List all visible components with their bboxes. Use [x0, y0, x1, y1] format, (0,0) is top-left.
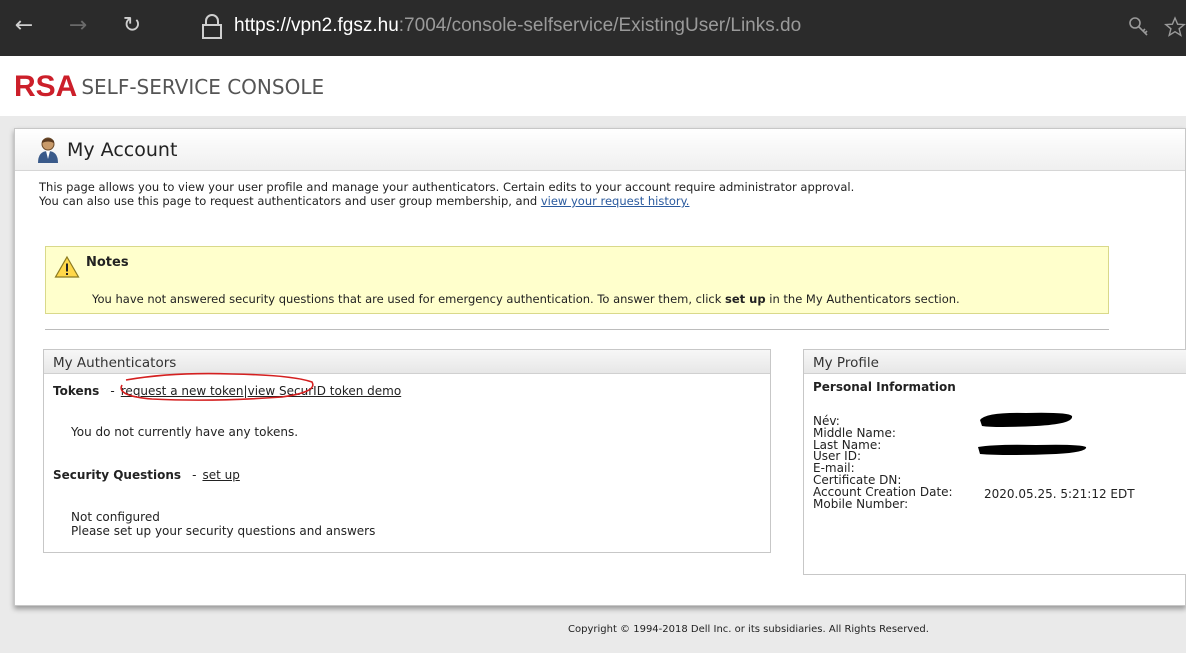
my-account-card: My Account This page allows you to view …: [14, 128, 1186, 606]
url-path: :7004/console-selfservice/ExistingUser/L…: [398, 15, 802, 36]
url-scheme: https://: [234, 15, 292, 36]
divider: [45, 329, 1109, 330]
notes-box: Notes You have not answered security que…: [45, 246, 1109, 314]
notes-message: You have not answered security questions…: [92, 292, 960, 306]
account-creation-date-value: 2020.05.25. 5:21:12 EDT: [984, 487, 1135, 501]
annotation-ellipse: [120, 372, 314, 401]
forward-button[interactable]: →: [62, 10, 94, 42]
authenticators-title: My Authenticators: [53, 355, 177, 371]
user-icon: [38, 137, 58, 163]
setup-security-questions-link[interactable]: set up: [202, 468, 239, 482]
redacted-name-mark: [980, 412, 1073, 427]
back-arrow-icon: ←: [14, 13, 34, 38]
favorite-star-icon[interactable]: [1164, 16, 1186, 38]
my-authenticators-panel: My Authenticators Tokens - request a new …: [43, 349, 771, 553]
logo-rsa: RSA: [14, 70, 78, 103]
intro-text: This page allows you to view your user p…: [39, 180, 854, 208]
intro-line-1: This page allows you to view your user p…: [39, 180, 855, 194]
logo-text: SELF-SERVICE CONSOLE: [81, 75, 325, 99]
warning-icon: [54, 255, 80, 278]
reload-button[interactable]: ↻: [116, 10, 148, 42]
personal-information-heading: Personal Information: [813, 380, 956, 394]
security-questions-row: Security Questions - set up: [53, 468, 240, 482]
copyright-footer: Copyright © 1994-2018 Dell Inc. or its s…: [568, 624, 929, 635]
browser-toolbar: ← → ↻ https://vpn2.fgsz.hu:7004/console-…: [0, 0, 1186, 56]
not-configured-text: Not configured: [71, 510, 160, 524]
card-header: My Account: [15, 129, 1185, 171]
page: RSA SELF-SERVICE CONSOLE My Account This…: [0, 56, 1186, 653]
back-button[interactable]: ←: [8, 10, 40, 42]
profile-fields: Név: Middle Name: Last Name: User ID: E-…: [813, 415, 953, 511]
no-tokens-message: You do not currently have any tokens.: [71, 425, 299, 439]
notes-title: Notes: [86, 255, 129, 270]
forward-arrow-icon: →: [68, 13, 88, 38]
lock-icon: [202, 14, 222, 39]
address-bar[interactable]: https://vpn2.fgsz.hu:7004/console-selfse…: [234, 12, 1164, 40]
url-host: vpn2.fgsz.hu: [291, 15, 399, 36]
reload-icon: ↻: [122, 13, 142, 38]
rsa-logo: RSA SELF-SERVICE CONSOLE: [14, 70, 324, 104]
field-mobile-number-label: Mobile Number:: [813, 496, 909, 511]
intro-line-2: You can also use this page to request au…: [39, 194, 541, 208]
setup-prompt-text: Please set up your security questions an…: [71, 524, 376, 538]
page-title: My Account: [67, 139, 178, 161]
my-profile-panel: My Profile Personal Information Név: Mid…: [803, 349, 1186, 575]
console-header: RSA SELF-SERVICE CONSOLE: [0, 56, 1186, 116]
request-history-link[interactable]: view your request history.: [541, 194, 690, 208]
redacted-user-id-mark: [978, 444, 1087, 455]
key-icon[interactable]: [1128, 16, 1150, 38]
tokens-label: Tokens: [53, 384, 100, 398]
profile-title: My Profile: [813, 355, 879, 371]
security-questions-label: Security Questions: [53, 468, 182, 482]
panel-header: My Profile: [804, 350, 1186, 374]
